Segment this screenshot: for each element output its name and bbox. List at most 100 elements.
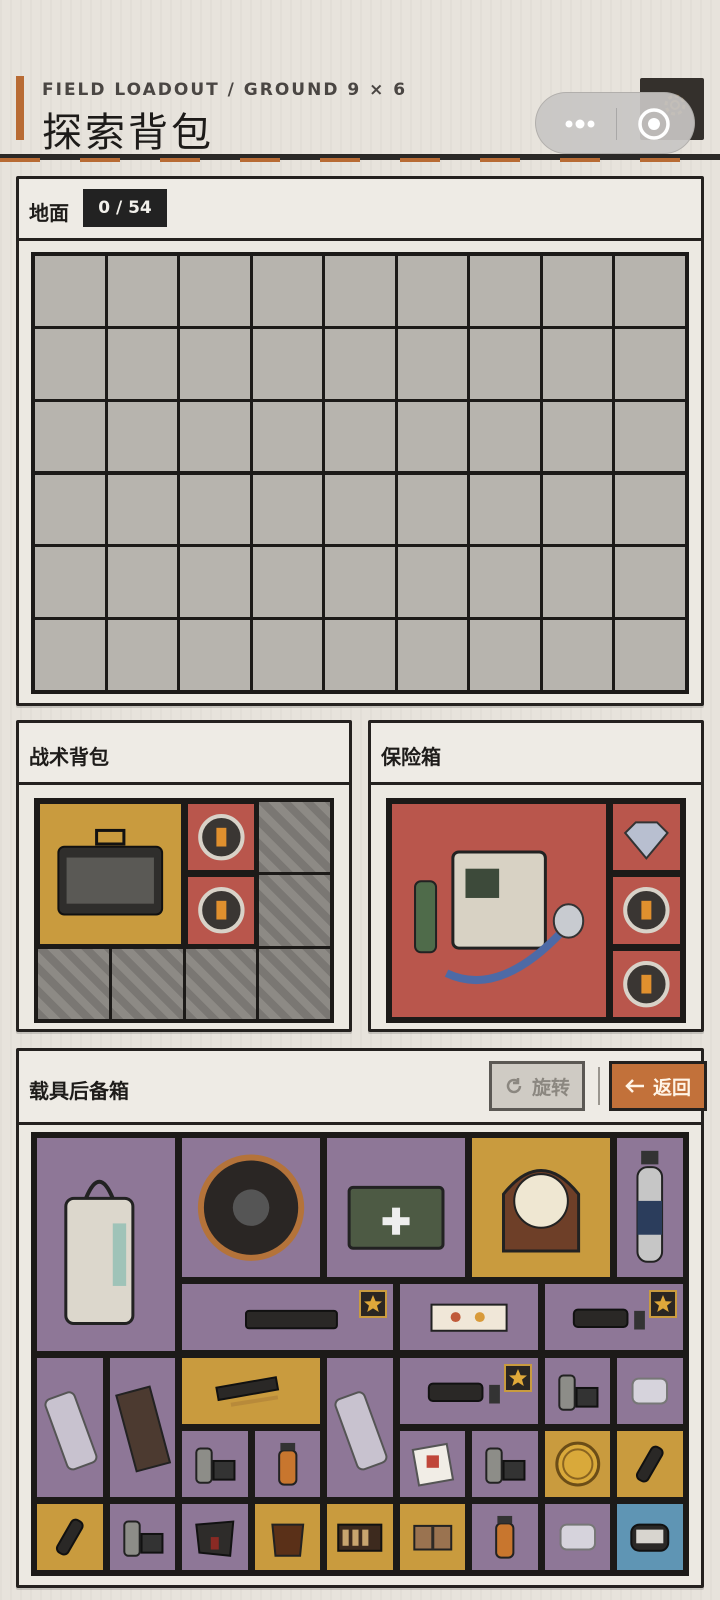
ground-slot[interactable]	[35, 474, 105, 545]
ground-slot[interactable]	[397, 620, 468, 690]
ground-slot[interactable]	[542, 547, 613, 618]
ground-slot[interactable]	[542, 620, 613, 690]
ground-slot[interactable]	[470, 474, 540, 545]
ground-slot[interactable]	[252, 620, 323, 690]
inventory-item[interactable]	[542, 1282, 685, 1353]
ground-slot[interactable]	[180, 401, 250, 472]
ground-slot[interactable]	[35, 328, 105, 399]
inventory-item[interactable]	[325, 1355, 395, 1499]
safe-grid[interactable]	[386, 798, 686, 1023]
backpack-grid[interactable]	[34, 798, 334, 1023]
ground-slot[interactable]	[615, 620, 685, 690]
inventory-item[interactable]	[180, 1501, 250, 1572]
ground-slot[interactable]	[615, 401, 685, 472]
close-miniprogram-icon[interactable]	[636, 106, 672, 142]
ground-slot[interactable]	[542, 474, 613, 545]
ground-slot[interactable]	[107, 474, 178, 545]
ground-slot[interactable]	[615, 328, 685, 399]
ground-slot[interactable]	[107, 401, 178, 472]
ground-slot[interactable]	[252, 328, 323, 399]
inventory-item[interactable]	[397, 1501, 468, 1572]
ground-slot[interactable]	[470, 256, 540, 326]
inventory-item[interactable]	[615, 1428, 685, 1499]
inventory-item[interactable]	[542, 1428, 613, 1499]
ground-slot[interactable]	[542, 256, 613, 326]
backpack-empty-slot[interactable]	[259, 948, 330, 1019]
ground-slot[interactable]	[470, 547, 540, 618]
backpack-empty-slot[interactable]	[38, 948, 109, 1019]
ground-slot[interactable]	[397, 547, 468, 618]
rotate-button[interactable]: 旋转	[489, 1061, 585, 1111]
inventory-item[interactable]	[107, 1355, 178, 1499]
inventory-item[interactable]	[180, 1136, 323, 1280]
ground-slot[interactable]	[325, 620, 395, 690]
backpack-empty-slot[interactable]	[259, 875, 330, 946]
ground-slot[interactable]	[470, 620, 540, 690]
inventory-item[interactable]	[615, 1501, 685, 1572]
ground-slot[interactable]	[107, 256, 178, 326]
inventory-item[interactable]	[470, 1136, 613, 1280]
ground-slot[interactable]	[107, 620, 178, 690]
ground-slot[interactable]	[325, 401, 395, 472]
ground-slot[interactable]	[180, 328, 250, 399]
inventory-item[interactable]	[252, 1501, 323, 1572]
ground-slot[interactable]	[325, 328, 395, 399]
inventory-item[interactable]	[397, 1282, 540, 1353]
ground-slot[interactable]	[252, 547, 323, 618]
inventory-item[interactable]	[615, 1136, 685, 1280]
inventory-item[interactable]	[611, 875, 682, 946]
inventory-item[interactable]	[107, 1501, 178, 1572]
ground-slot[interactable]	[35, 401, 105, 472]
ground-slot[interactable]	[615, 256, 685, 326]
backpack-empty-slot[interactable]	[111, 948, 183, 1019]
inventory-item[interactable]	[397, 1355, 540, 1426]
ground-slot[interactable]	[542, 401, 613, 472]
back-button[interactable]: 返回	[609, 1061, 707, 1111]
ground-slot[interactable]	[397, 401, 468, 472]
inventory-item[interactable]	[542, 1355, 613, 1426]
ground-slot[interactable]	[325, 256, 395, 326]
ground-slot[interactable]	[35, 547, 105, 618]
ground-slot[interactable]	[252, 474, 323, 545]
inventory-item[interactable]	[185, 802, 257, 873]
ground-slot[interactable]	[180, 547, 250, 618]
ground-slot[interactable]	[470, 401, 540, 472]
inventory-item[interactable]	[252, 1428, 323, 1499]
inventory-item[interactable]	[611, 948, 682, 1019]
ground-slot[interactable]	[542, 328, 613, 399]
inventory-item[interactable]	[542, 1501, 613, 1572]
ground-slot[interactable]	[397, 256, 468, 326]
more-options-icon[interactable]	[556, 109, 606, 139]
ground-grid[interactable]	[31, 252, 689, 694]
ground-slot[interactable]	[615, 547, 685, 618]
ground-slot[interactable]	[252, 256, 323, 326]
inventory-item[interactable]	[325, 1136, 468, 1280]
trunk-grid[interactable]	[31, 1132, 689, 1576]
ground-slot[interactable]	[107, 328, 178, 399]
inventory-item[interactable]	[38, 802, 183, 946]
inventory-item[interactable]	[35, 1136, 178, 1353]
inventory-item[interactable]	[35, 1501, 105, 1572]
inventory-item[interactable]	[35, 1355, 105, 1499]
inventory-item[interactable]	[397, 1428, 468, 1499]
ground-slot[interactable]	[35, 256, 105, 326]
inventory-item[interactable]	[615, 1355, 685, 1426]
backpack-empty-slot[interactable]	[259, 802, 330, 873]
inventory-item[interactable]	[325, 1501, 395, 1572]
inventory-item[interactable]	[180, 1428, 250, 1499]
inventory-item[interactable]	[470, 1428, 540, 1499]
ground-slot[interactable]	[325, 474, 395, 545]
inventory-item[interactable]	[470, 1501, 540, 1572]
ground-slot[interactable]	[615, 474, 685, 545]
ground-slot[interactable]	[35, 620, 105, 690]
inventory-item[interactable]	[390, 802, 609, 1019]
inventory-item[interactable]	[185, 875, 257, 946]
ground-slot[interactable]	[180, 620, 250, 690]
inventory-item[interactable]	[180, 1355, 323, 1426]
ground-slot[interactable]	[252, 401, 323, 472]
backpack-empty-slot[interactable]	[185, 948, 257, 1019]
inventory-item[interactable]	[180, 1282, 395, 1353]
ground-slot[interactable]	[180, 474, 250, 545]
ground-slot[interactable]	[325, 547, 395, 618]
ground-slot[interactable]	[180, 256, 250, 326]
